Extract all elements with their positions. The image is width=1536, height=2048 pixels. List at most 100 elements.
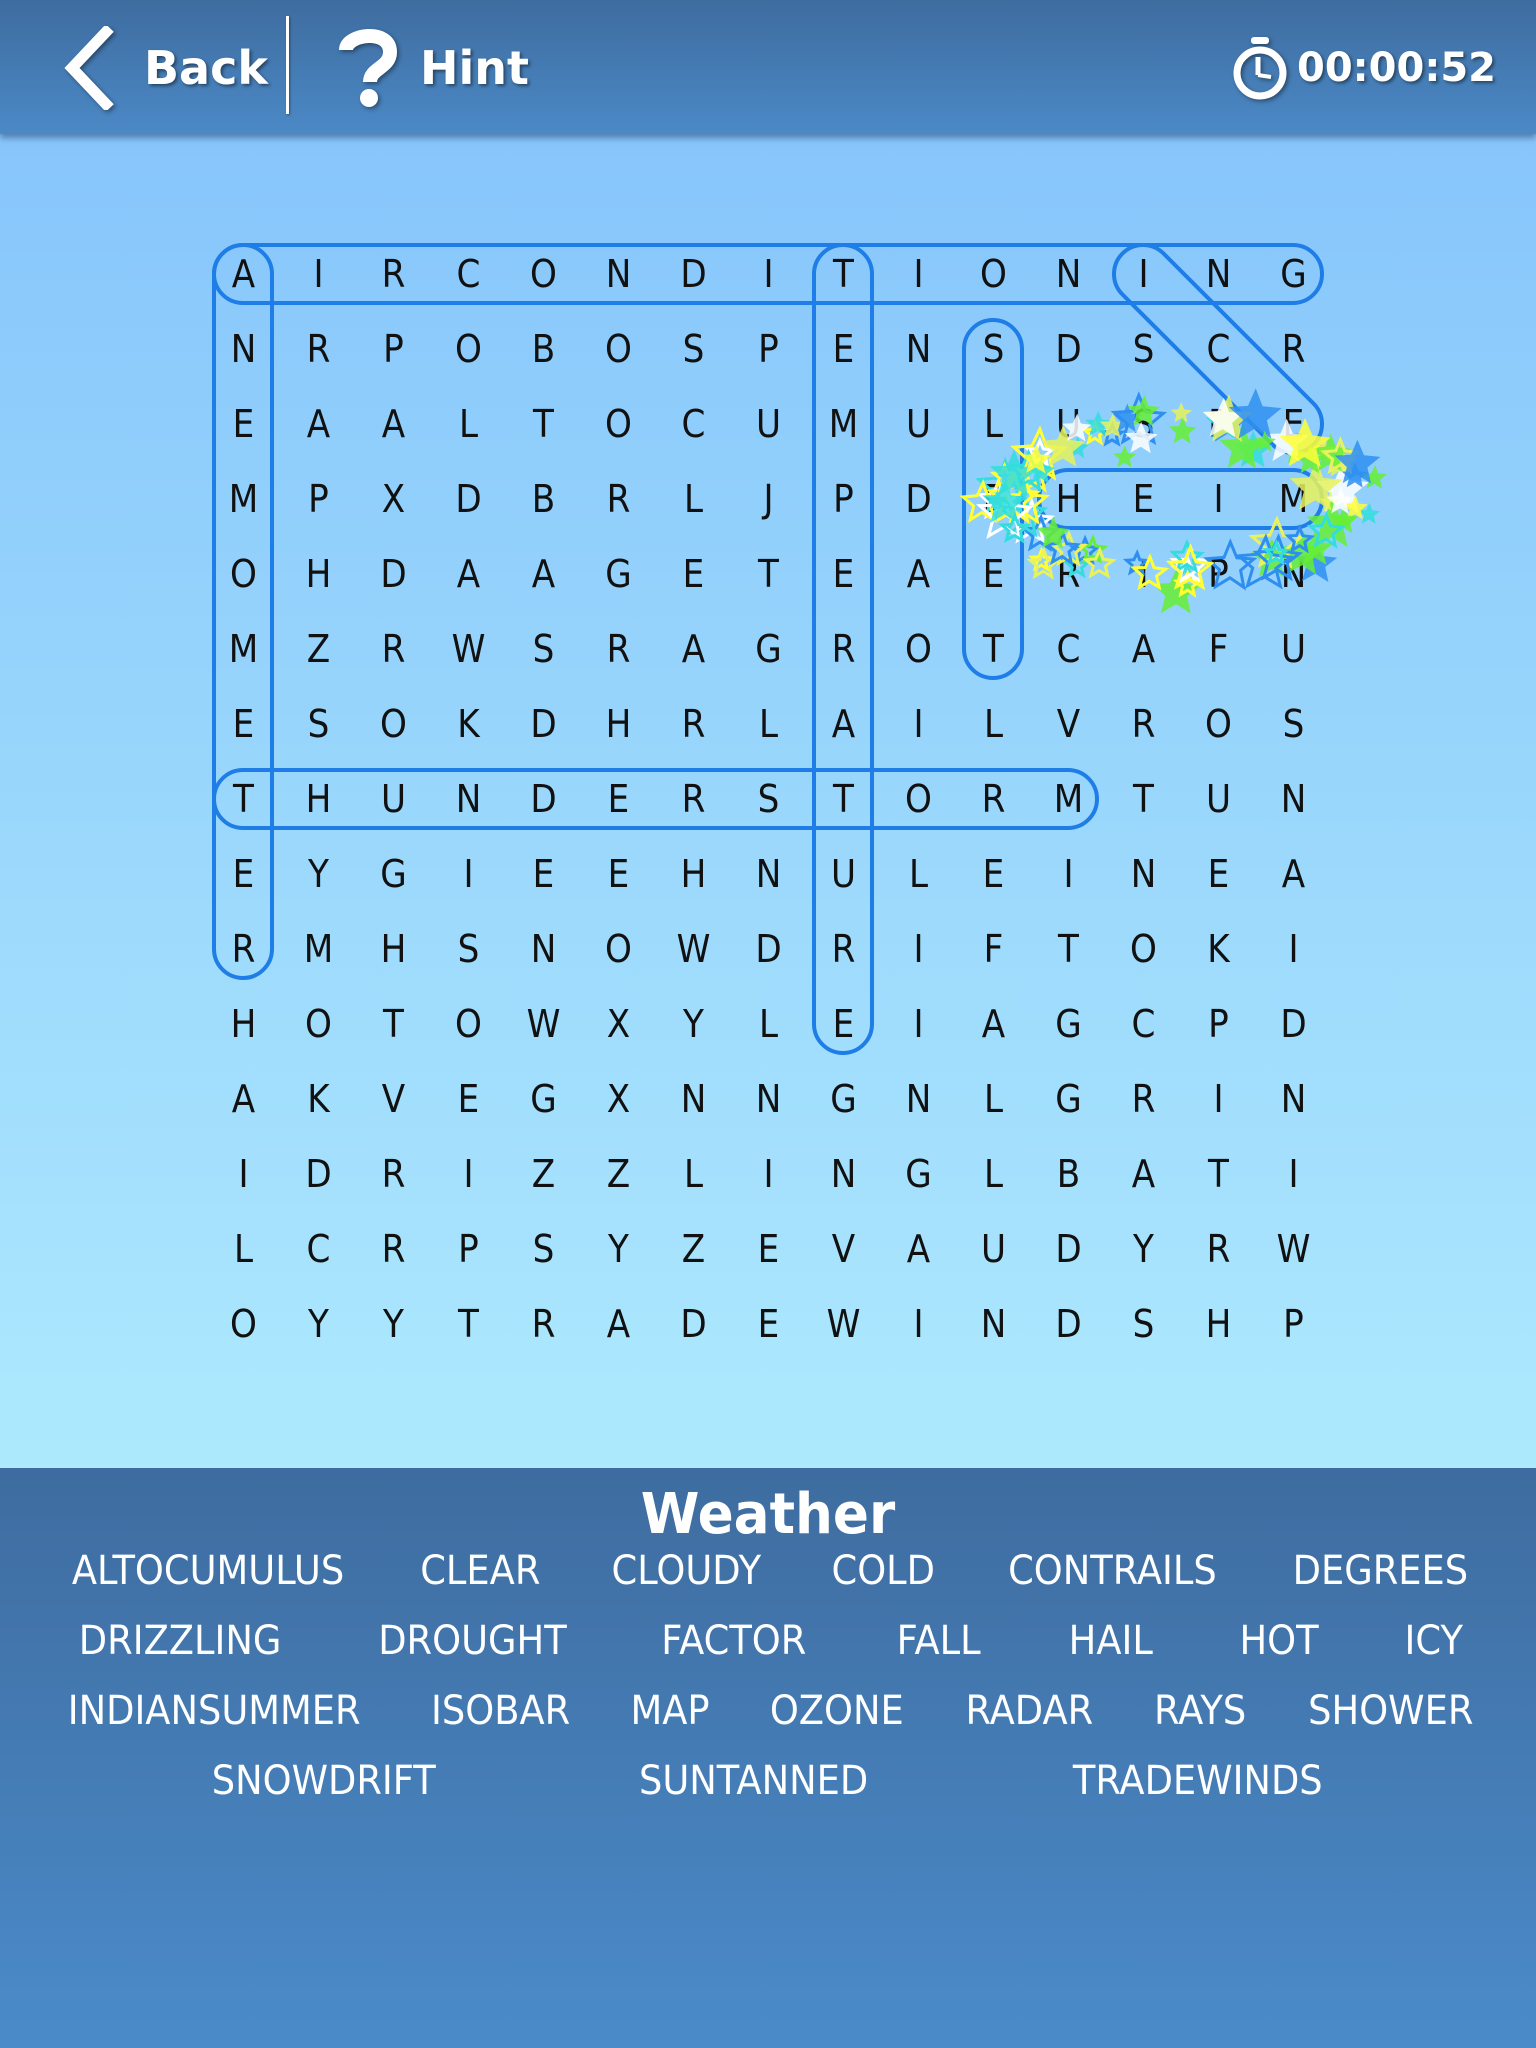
grid-cell[interactable]: Z [584,1137,652,1212]
grid-cell[interactable]: D [1034,312,1102,387]
grid-cell[interactable]: R [584,612,652,687]
grid-cell[interactable]: T [359,987,427,1062]
grid-cell[interactable]: P [359,312,427,387]
grid-cell[interactable]: O [1109,912,1177,987]
grid-cell[interactable]: S [1259,687,1327,762]
grid-cell[interactable]: N [1259,1062,1327,1137]
grid-cell[interactable]: S [1109,1287,1177,1362]
grid-cell[interactable]: S [509,1212,577,1287]
grid-cell[interactable]: U [959,1212,1027,1287]
grid-cell[interactable]: U [1034,387,1102,462]
grid-cell[interactable]: T [1184,1137,1252,1212]
grid-cell[interactable]: S [509,612,577,687]
grid-cell[interactable]: X [584,987,652,1062]
grid-cell[interactable]: R [359,237,427,312]
grid-cell[interactable]: R [659,762,727,837]
grid-cell[interactable]: H [584,687,652,762]
grid-cell[interactable]: Y [284,1287,352,1362]
grid-cell[interactable]: D [884,462,952,537]
grid-cell[interactable]: V [359,1062,427,1137]
grid-cell[interactable]: Y [1109,1212,1177,1287]
grid-cell[interactable]: A [359,387,427,462]
grid-cell[interactable]: W [659,912,727,987]
grid-cell[interactable]: R [1109,687,1177,762]
grid-cell[interactable]: T [209,762,277,837]
grid-cell[interactable]: R [359,1212,427,1287]
grid-cell[interactable]: T [1034,912,1102,987]
grid-cell[interactable]: E [659,537,727,612]
grid-cell[interactable]: D [509,687,577,762]
grid-cell[interactable]: A [659,612,727,687]
grid-cell[interactable]: U [1259,612,1327,687]
grid-cell[interactable]: G [584,537,652,612]
grid-cell[interactable]: R [1184,1212,1252,1287]
grid-cell[interactable]: G [1034,1062,1102,1137]
grid-cell[interactable]: G [884,1137,952,1212]
grid-cell[interactable]: I [434,837,502,912]
grid-cell[interactable]: N [809,1137,877,1212]
grid-cell[interactable]: R [584,462,652,537]
grid-cell[interactable]: E [584,762,652,837]
grid-cell[interactable]: M [209,462,277,537]
grid-cell[interactable]: N [884,1062,952,1137]
grid-cell[interactable]: Y [584,1212,652,1287]
grid-cell[interactable]: N [959,1287,1027,1362]
grid-cell[interactable]: E [809,312,877,387]
grid-cell[interactable]: D [359,537,427,612]
grid-cell[interactable]: G [1259,237,1327,312]
grid-cell[interactable]: E [509,837,577,912]
grid-cell[interactable]: I [884,687,952,762]
grid-cell[interactable]: A [509,537,577,612]
grid-cell[interactable]: M [809,387,877,462]
grid-cell[interactable]: T [959,612,1027,687]
grid-cell[interactable]: L [434,387,502,462]
grid-cell[interactable]: Z [509,1137,577,1212]
grid-cell[interactable]: L [884,837,952,912]
grid-cell[interactable]: O [209,537,277,612]
grid-cell[interactable]: N [1259,762,1327,837]
grid-cell[interactable]: E [209,837,277,912]
grid-cell[interactable]: L [659,462,727,537]
grid-cell[interactable]: I [734,1137,802,1212]
grid-cell[interactable]: I [1184,1062,1252,1137]
grid-cell[interactable]: I [884,1287,952,1362]
grid-cell[interactable]: Z [659,1212,727,1287]
grid-cell[interactable]: C [434,237,502,312]
grid-cell[interactable]: R [284,312,352,387]
grid-cell[interactable]: N [1109,837,1177,912]
grid-cell[interactable]: S [1109,387,1177,462]
grid-cell[interactable]: W [509,987,577,1062]
grid-cell[interactable]: L [959,1062,1027,1137]
grid-cell[interactable]: N [509,912,577,987]
grid-cell[interactable]: E [734,1212,802,1287]
hint-button[interactable]: Hint [338,20,529,116]
grid-cell[interactable]: G [509,1062,577,1137]
grid-cell[interactable]: I [884,912,952,987]
grid-cell[interactable]: H [209,987,277,1062]
grid-cell[interactable]: E [959,537,1027,612]
grid-cell[interactable]: S [284,687,352,762]
grid-cell[interactable]: C [1109,987,1177,1062]
grid-cell[interactable]: M [1034,762,1102,837]
grid-cell[interactable]: F [1184,612,1252,687]
grid-cell[interactable]: H [659,837,727,912]
grid-cell[interactable]: D [734,912,802,987]
grid-cell[interactable]: X [584,1062,652,1137]
grid-cell[interactable]: N [209,312,277,387]
grid-cell[interactable]: U [809,837,877,912]
grid-cell[interactable]: G [734,612,802,687]
grid-cell[interactable]: H [284,762,352,837]
grid-cell[interactable]: R [1034,537,1102,612]
grid-cell[interactable]: W [434,612,502,687]
grid-cell[interactable]: I [1259,1137,1327,1212]
grid-cell[interactable]: O [584,912,652,987]
grid-cell[interactable]: C [1034,612,1102,687]
grid-cell[interactable]: I [1259,912,1327,987]
grid-cell[interactable]: J [734,462,802,537]
grid-cell[interactable]: D [1034,1212,1102,1287]
grid-cell[interactable]: S [959,312,1027,387]
grid-cell[interactable]: E [209,687,277,762]
grid-cell[interactable]: S [1109,312,1177,387]
grid-cell[interactable]: E [209,387,277,462]
grid-cell[interactable]: T [1109,762,1177,837]
